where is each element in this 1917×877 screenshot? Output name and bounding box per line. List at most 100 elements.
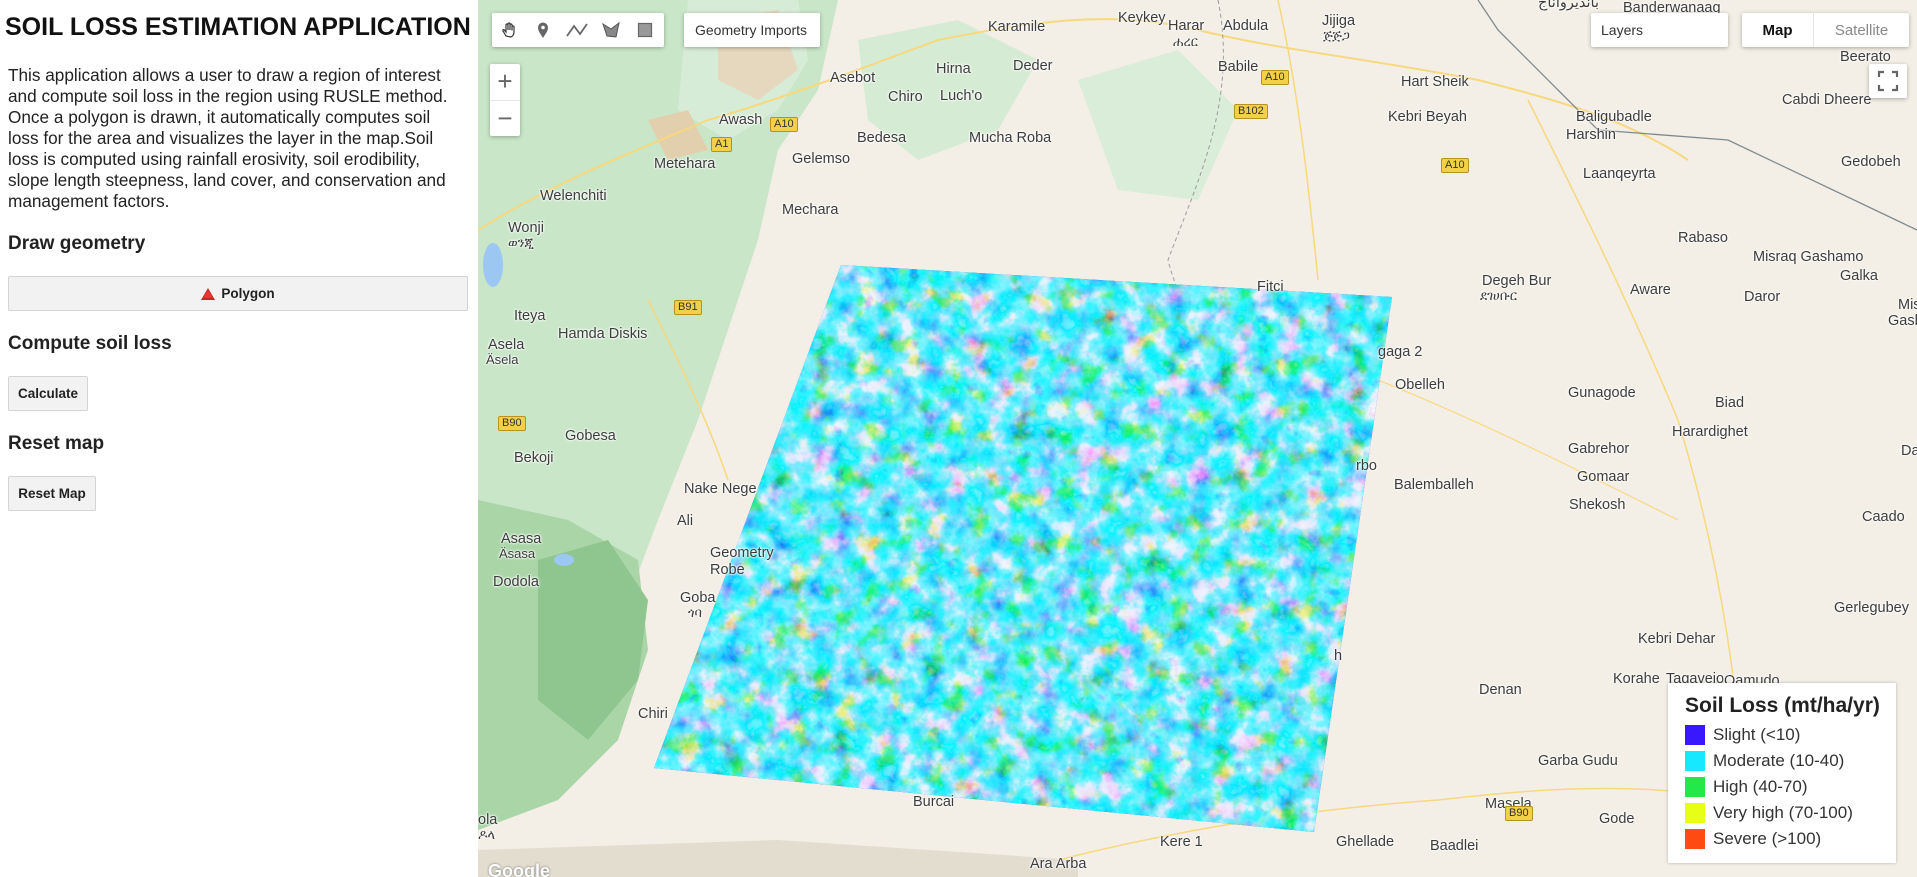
place-label: Nake Nege (684, 481, 757, 497)
place-label: gaga 2 (1378, 344, 1423, 360)
road-shield: A10 (1441, 158, 1469, 173)
hand-tool-button[interactable] (492, 13, 526, 47)
place-label: Baadlei (1430, 838, 1479, 854)
place-label: Kere 1 (1160, 834, 1203, 850)
place-label: Deder (1013, 58, 1053, 74)
place-label: Jijiga (1322, 13, 1356, 29)
place-label: Bedesa (857, 130, 907, 146)
place-label: بانديرواناج (1538, 0, 1599, 11)
fullscreen-icon (1877, 70, 1899, 92)
geometry-imports-button[interactable]: Geometry Imports (684, 13, 820, 47)
polygon-button[interactable]: Polygon (8, 276, 468, 311)
place-label: Asela (488, 337, 525, 353)
place-label: ዶላ (478, 827, 496, 842)
zoom-out-button[interactable]: − (490, 100, 520, 136)
rectangle-icon (637, 22, 653, 38)
map-type-button[interactable]: Map (1742, 13, 1814, 47)
place-label: Ara Arba (1030, 856, 1087, 872)
place-label: ደገሀቡር (1480, 288, 1518, 303)
legend-label: Severe (>100) (1713, 829, 1822, 848)
place-label: Cabdi Dheere (1782, 92, 1872, 108)
legend-label: Slight (<10) (1713, 725, 1801, 744)
line-tool-button[interactable] (560, 13, 594, 47)
place-label: Luch'o (940, 88, 983, 104)
google-logo: Google (488, 861, 550, 877)
fullscreen-button[interactable] (1869, 64, 1907, 98)
place-label: Gobesa (565, 428, 616, 444)
place-label: Misraq Gashamo (1753, 249, 1864, 265)
place-label: Kebri Beyah (1388, 109, 1467, 125)
place-label: Gedobeh (1841, 154, 1901, 170)
place-label: Fitci (1257, 279, 1284, 295)
place-label: Kebri Dehar (1638, 631, 1716, 647)
legend-item: Severe (>100) (1685, 828, 1821, 850)
legend-swatch (1685, 725, 1705, 745)
place-label: Mucha Roba (969, 130, 1052, 146)
place-label: Denan (1479, 682, 1522, 698)
place-label: Karamile (988, 19, 1046, 35)
place-label: Hart Sheik (1401, 74, 1469, 90)
place-label: Korahe (1613, 671, 1660, 687)
legend-item: High (40-70) (1685, 776, 1808, 798)
map-canvas[interactable]: Keykey Harar ሐረር Jijiga ጅጅጋ Abdula Karam… (478, 0, 1917, 877)
road-shield: A10 (1261, 70, 1289, 85)
polygon-icon (201, 287, 216, 300)
legend-swatch (1685, 777, 1705, 797)
map-type-control: Map Satellite (1742, 13, 1909, 47)
place-label: Shekosh (1569, 497, 1626, 513)
place-label: Gode (1599, 811, 1635, 827)
place-label: ola (478, 812, 498, 828)
place-label: Harshin (1566, 127, 1616, 143)
place-label: Baligubadle (1576, 109, 1652, 125)
place-label: Mis (1898, 297, 1917, 313)
calculate-button[interactable]: Calculate (8, 376, 88, 411)
place-label: Äsela (486, 352, 519, 367)
satellite-type-button[interactable]: Satellite (1814, 13, 1909, 47)
legend-item: Moderate (10-40) (1685, 750, 1844, 772)
place-label: Aware (1630, 282, 1671, 298)
place-label: Beerato (1840, 49, 1891, 65)
side-panel: SOIL LOSS ESTIMATION APPLICATION This ap… (0, 0, 477, 877)
place-label: Harar (1168, 18, 1205, 34)
road-shield: A10 (770, 117, 798, 132)
place-label: Caado (1862, 509, 1905, 525)
app-description: This application allows a user to draw a… (8, 65, 448, 211)
polygon-tool-button[interactable] (594, 13, 628, 47)
zoom-in-button[interactable]: + (490, 64, 520, 100)
place-label: ወንጂ (508, 235, 534, 250)
marker-tool-button[interactable] (526, 13, 560, 47)
rectangle-tool-button[interactable] (628, 13, 662, 47)
place-label: Degeh Bur (1482, 273, 1552, 289)
draw-geometry-heading: Draw geometry (8, 233, 146, 254)
soil-loss-legend: Soil Loss (mt/ha/yr) Slight (<10) Modera… (1668, 683, 1896, 863)
place-label: Obelleh (1395, 377, 1445, 393)
reset-map-button[interactable]: Reset Map (8, 476, 96, 511)
zoom-control: + − (490, 64, 520, 136)
legend-label: Very high (70-100) (1713, 803, 1853, 822)
place-label: ጎባ (688, 605, 702, 620)
line-icon (566, 23, 588, 37)
road-shield: A1 (711, 137, 733, 152)
place-label: Asebot (830, 70, 876, 86)
reset-map-heading: Reset map (8, 433, 105, 454)
place-label: Chiri (638, 706, 668, 722)
place-label: Hamda Diskis (558, 326, 648, 342)
legend-item: Very high (70-100) (1685, 802, 1853, 824)
place-label: Laanqeyrta (1583, 166, 1656, 182)
legend-label: Moderate (10-40) (1713, 751, 1845, 770)
layers-button[interactable]: Layers (1591, 13, 1728, 47)
map-type-label: Map (1762, 21, 1793, 39)
place-label: Gelemso (792, 151, 851, 167)
place-label: Iteya (514, 308, 546, 324)
place-label: Goba (680, 590, 716, 606)
place-label: Bekoji (514, 450, 554, 466)
place-label: Garba Gudu (1538, 753, 1618, 769)
place-label: Dodola (493, 574, 539, 590)
place-label: Rabaso (1678, 230, 1728, 246)
place-label: Asasa (501, 531, 542, 547)
app-title: SOIL LOSS ESTIMATION APPLICATION (5, 13, 471, 41)
legend-swatch (1685, 829, 1705, 849)
road-shield: B90 (498, 416, 526, 431)
place-label: Babile (1218, 59, 1259, 75)
place-label: Welenchiti (540, 188, 607, 204)
